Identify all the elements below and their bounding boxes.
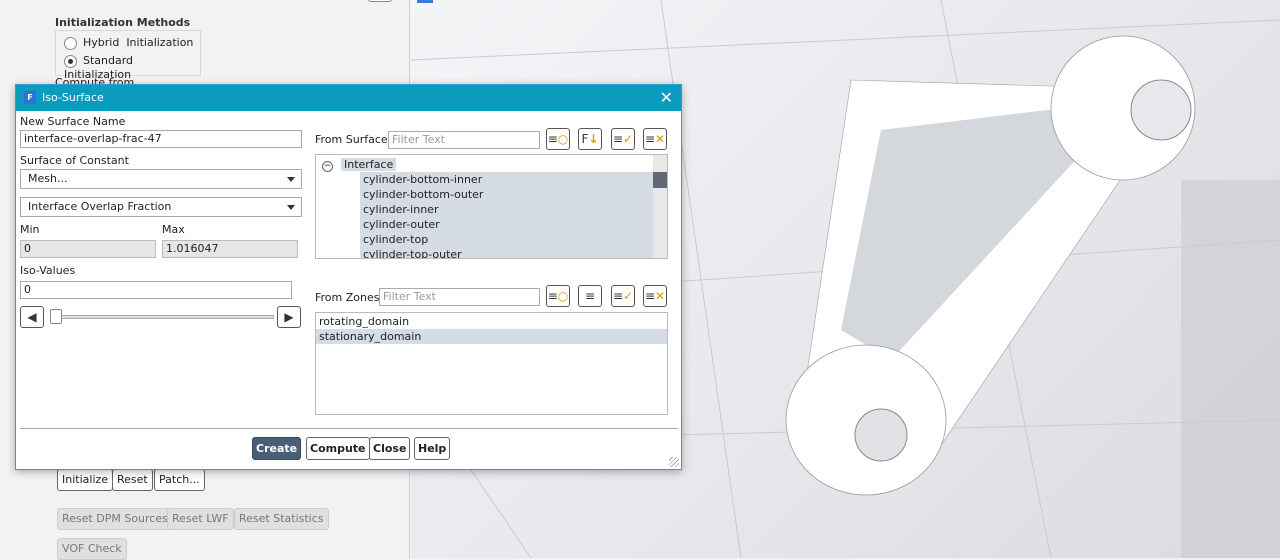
constant-category-value: Mesh... xyxy=(28,172,68,185)
close-icon[interactable]: ✕ xyxy=(660,85,673,111)
from-surface-label: From Surface xyxy=(315,133,388,146)
select-all-icon[interactable]: ≡✓ xyxy=(611,128,635,150)
surface-of-constant-label: Surface of Constant xyxy=(20,154,129,167)
surface-list-item[interactable]: cylinder-outer xyxy=(360,217,653,232)
min-label: Min xyxy=(20,223,40,236)
radio-circle[interactable] xyxy=(64,54,77,68)
close-button[interactable]: Close xyxy=(369,437,411,460)
surface-list[interactable]: − Interface cylinder-bottom-inner cylinder… xyxy=(315,154,668,259)
select-none-icon[interactable]: ≡○ xyxy=(546,285,570,307)
hybrid-radio[interactable]: Hybrid Initialization xyxy=(64,36,193,50)
slider-increment-button[interactable]: ▶ xyxy=(277,306,301,328)
surface-filter-input[interactable]: Filter Text xyxy=(388,131,540,149)
hybrid-label: Hybrid Initialization xyxy=(83,36,194,49)
scrollbar[interactable] xyxy=(653,155,667,258)
surface-list-item[interactable]: cylinder-top-outer xyxy=(360,247,653,258)
select-none-icon[interactable]: ≡○ xyxy=(546,128,570,150)
reset-lwf-button[interactable]: Reset LWF xyxy=(167,508,234,530)
constant-field-select[interactable]: Interface Overlap Fraction xyxy=(20,197,302,217)
new-surface-name-input[interactable]: interface-overlap-frac-47 xyxy=(20,130,302,148)
constant-field-value: Interface Overlap Fraction xyxy=(28,200,172,213)
reset-dpm-sources-button[interactable]: Reset DPM Sources xyxy=(57,508,173,530)
reset-button[interactable]: Reset xyxy=(112,469,153,491)
surface-list-item[interactable]: cylinder-bottom-outer xyxy=(360,187,653,202)
chevron-down-icon xyxy=(287,177,295,182)
vof-check-button[interactable]: VOF Check xyxy=(57,538,127,560)
zone-list[interactable]: rotating_domain stationary_domain xyxy=(315,312,668,415)
fluent-app-icon: F xyxy=(24,91,36,104)
max-label: Max xyxy=(162,223,185,236)
surface-items: cylinder-bottom-inner cylinder-bottom-out… xyxy=(360,172,653,258)
init-methods-title: Initialization Methods xyxy=(55,16,191,29)
iso-surface-dialog: F Iso-Surface ✕ New Surface Name interfa… xyxy=(15,84,682,470)
constant-category-select[interactable]: Mesh... xyxy=(20,169,302,189)
surface-list-item[interactable]: cylinder-bottom-inner xyxy=(360,172,653,187)
dialog-title: Iso-Surface xyxy=(42,91,104,104)
help-button[interactable]: Help xyxy=(414,437,451,460)
zone-list-item[interactable]: stationary_domain xyxy=(316,329,667,344)
surface-group-label: Interface xyxy=(341,158,397,171)
init-methods-group: Hybrid Initialization Standard Initializ… xyxy=(55,30,201,81)
radio-circle[interactable] xyxy=(64,36,77,50)
surface-list-item[interactable]: cylinder-top xyxy=(360,232,653,247)
initialize-button[interactable]: Initialize xyxy=(57,469,114,491)
patch-button[interactable]: Patch... xyxy=(154,469,205,491)
deselect-all-icon[interactable]: ≡✕ xyxy=(643,285,667,307)
create-button[interactable]: Create xyxy=(252,437,302,460)
divider xyxy=(20,428,678,429)
min-value: 0 xyxy=(20,240,156,258)
max-value: 1.016047 xyxy=(162,240,298,258)
iso-values-label: Iso-Values xyxy=(20,264,76,277)
new-surface-name-label: New Surface Name xyxy=(20,115,126,128)
slider-decrement-button[interactable]: ◀ xyxy=(20,306,44,328)
reset-statistics-button[interactable]: Reset Statistics xyxy=(234,508,329,530)
list-options-icon[interactable]: ≡ xyxy=(578,285,602,307)
surface-group-item[interactable]: − Interface xyxy=(316,157,667,172)
from-zones-label: From Zones xyxy=(315,291,380,304)
resize-grip[interactable] xyxy=(669,457,679,467)
zone-filter-input[interactable]: Filter Text xyxy=(379,288,540,306)
scrollbar-thumb[interactable] xyxy=(653,172,667,188)
select-all-icon[interactable]: ≡✓ xyxy=(611,285,635,307)
panel-button-partial[interactable] xyxy=(368,0,392,2)
compute-button[interactable]: Compute xyxy=(306,437,370,460)
group-icon[interactable]: F↓ xyxy=(578,128,602,150)
chevron-down-icon xyxy=(287,205,295,210)
collapse-icon[interactable]: − xyxy=(322,161,333,172)
iso-value-slider-thumb[interactable] xyxy=(50,309,62,324)
dialog-titlebar[interactable]: F Iso-Surface ✕ xyxy=(16,85,681,111)
iso-value-slider-track[interactable] xyxy=(52,315,274,319)
surface-list-item[interactable]: cylinder-inner xyxy=(360,202,653,217)
deselect-all-icon[interactable]: ≡✕ xyxy=(643,128,667,150)
iso-value-input[interactable]: 0 xyxy=(20,281,292,299)
zone-list-item[interactable]: rotating_domain xyxy=(316,314,667,329)
